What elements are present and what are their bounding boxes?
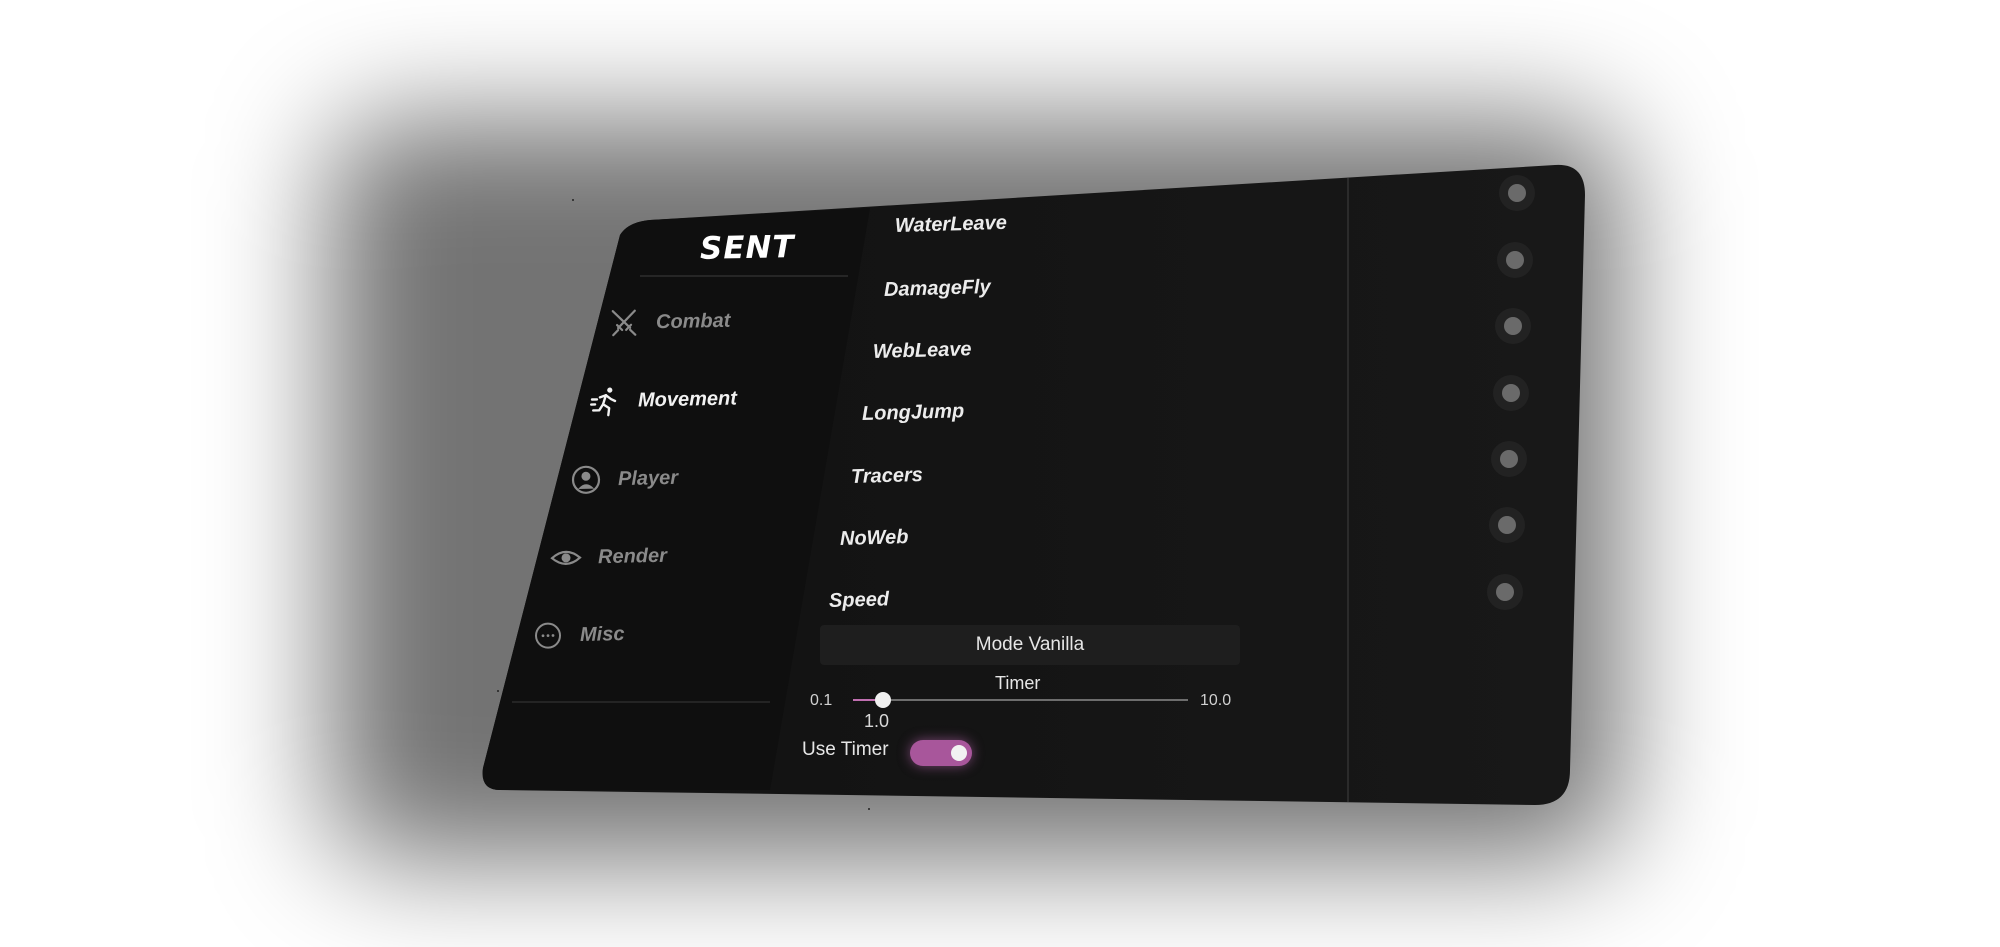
timer-slider-value: 1.0	[864, 711, 890, 731]
speck	[497, 690, 499, 692]
screen: SENT Combat Movement Player Render Misc …	[0, 0, 2000, 947]
module-tracers[interactable]: Tracers	[851, 464, 924, 489]
sidebar-item-label: Misc	[579, 622, 625, 646]
module-toggle-longjump[interactable]	[1502, 384, 1520, 402]
module-toggle-speed[interactable]	[1496, 583, 1514, 601]
clickgui-window: SENT Combat Movement Player Render Misc …	[0, 0, 2000, 947]
module-toggle-damagefly[interactable]	[1506, 251, 1524, 269]
module-webleave[interactable]: WebLeave	[873, 338, 972, 364]
panel-body	[482, 164, 1586, 806]
sidebar-item-label: Player	[617, 466, 679, 490]
ellipsis-circle-icon	[532, 619, 565, 652]
use-timer-toggle-knob	[951, 745, 967, 761]
sidebar-item-label: Movement	[637, 386, 738, 412]
module-waterleave[interactable]: WaterLeave	[895, 212, 1008, 238]
brand-logo: SENT	[699, 229, 795, 267]
module-toggle-webleave[interactable]	[1504, 317, 1522, 335]
speed-mode-label: Mode Vanilla	[975, 634, 1085, 655]
user-circle-icon	[570, 463, 603, 496]
module-damagefly[interactable]: DamageFly	[884, 276, 991, 302]
running-person-icon	[589, 385, 623, 418]
timer-slider[interactable]	[853, 692, 1188, 708]
speck	[572, 199, 574, 201]
timer-slider-max: 10.0	[1200, 692, 1232, 709]
use-timer-label: Use Timer	[802, 739, 889, 760]
module-noweb[interactable]: NoWeb	[840, 526, 909, 551]
use-timer-toggle[interactable]	[910, 740, 972, 766]
speck	[868, 808, 870, 810]
timer-slider-label: Timer	[995, 673, 1041, 693]
sidebar-item-render[interactable]: Render	[550, 540, 668, 574]
timer-slider-min: 0.1	[810, 692, 833, 709]
sidebar-item-label: Render	[597, 544, 668, 568]
module-longjump[interactable]: LongJump	[862, 400, 965, 426]
module-toggle-noweb[interactable]	[1498, 516, 1516, 534]
crossed-swords-icon	[608, 307, 641, 340]
eye-icon	[550, 542, 583, 575]
sidebar-item-label: Combat	[655, 309, 731, 333]
sidebar-item-misc[interactable]: Misc	[532, 618, 625, 652]
module-speed[interactable]: Speed	[829, 588, 890, 613]
speed-mode-selector[interactable]: Mode Vanilla	[820, 625, 1240, 665]
module-toggle-waterleave[interactable]	[1508, 184, 1526, 202]
sidebar-item-movement[interactable]: Movement	[589, 382, 738, 418]
sidebar-item-combat[interactable]: Combat	[608, 305, 731, 340]
sidebar-item-player[interactable]: Player	[570, 462, 679, 496]
module-toggle-tracers[interactable]	[1500, 450, 1518, 468]
